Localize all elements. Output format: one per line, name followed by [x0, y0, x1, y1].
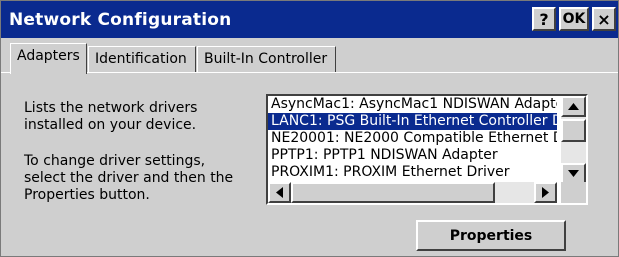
tab-built-in-controller[interactable]: Built-In Controller	[197, 46, 336, 72]
horizontal-scrollbar[interactable]	[268, 182, 557, 203]
arrow-down-icon	[568, 170, 579, 177]
scroll-right-button[interactable]	[534, 182, 557, 203]
close-icon: ×	[597, 9, 611, 29]
arrow-right-icon	[542, 187, 549, 198]
ok-button[interactable]: OK	[559, 7, 589, 31]
list-item[interactable]: NE20001: NE2000 Compatible Ethernet Driv…	[268, 130, 557, 147]
scroll-left-button[interactable]	[268, 182, 291, 203]
title-bar: Network Configuration ? OK ×	[1, 1, 618, 38]
network-configuration-dialog: Network Configuration ? OK × Adapters Id…	[0, 0, 619, 257]
vertical-scroll-thumb[interactable]	[561, 119, 586, 142]
arrow-up-icon	[568, 103, 579, 110]
close-button[interactable]: ×	[592, 7, 616, 31]
vertical-scrollbar[interactable]	[561, 96, 586, 184]
list-item[interactable]: AsyncMac1: AsyncMac1 NDISWAN Adapter	[268, 96, 557, 113]
adapter-list: AsyncMac1: AsyncMac1 NDISWAN Adapter LAN…	[268, 96, 557, 184]
properties-button[interactable]: Properties	[416, 220, 566, 251]
window-title: Network Configuration	[9, 10, 232, 30]
scroll-up-button[interactable]	[561, 96, 586, 117]
list-item[interactable]: PPTP1: PPTP1 NDISWAN Adapter	[268, 147, 557, 164]
help-button[interactable]: ?	[532, 7, 556, 31]
tab-strip: Adapters Identification Built-In Control…	[1, 38, 618, 74]
tab-identification[interactable]: Identification	[88, 46, 196, 72]
tab-divider	[1, 72, 618, 73]
description-text-2: To change driver settings, select the dr…	[24, 153, 234, 203]
tab-adapters[interactable]: Adapters	[10, 43, 87, 74]
description-text-1: Lists the network drivers installed on y…	[24, 100, 198, 133]
question-mark-icon: ?	[539, 9, 549, 29]
scrollbar-corner	[561, 182, 586, 203]
horizontal-scroll-thumb[interactable]	[291, 182, 495, 203]
list-item[interactable]: PROXIM1: PROXIM Ethernet Driver	[268, 164, 557, 181]
arrow-left-icon	[276, 187, 283, 198]
list-item-selected[interactable]: LANC1: PSG Built-In Ethernet Controller …	[268, 113, 557, 130]
scroll-down-button[interactable]	[561, 163, 586, 184]
adapter-listbox[interactable]: AsyncMac1: AsyncMac1 NDISWAN Adapter LAN…	[266, 94, 588, 205]
